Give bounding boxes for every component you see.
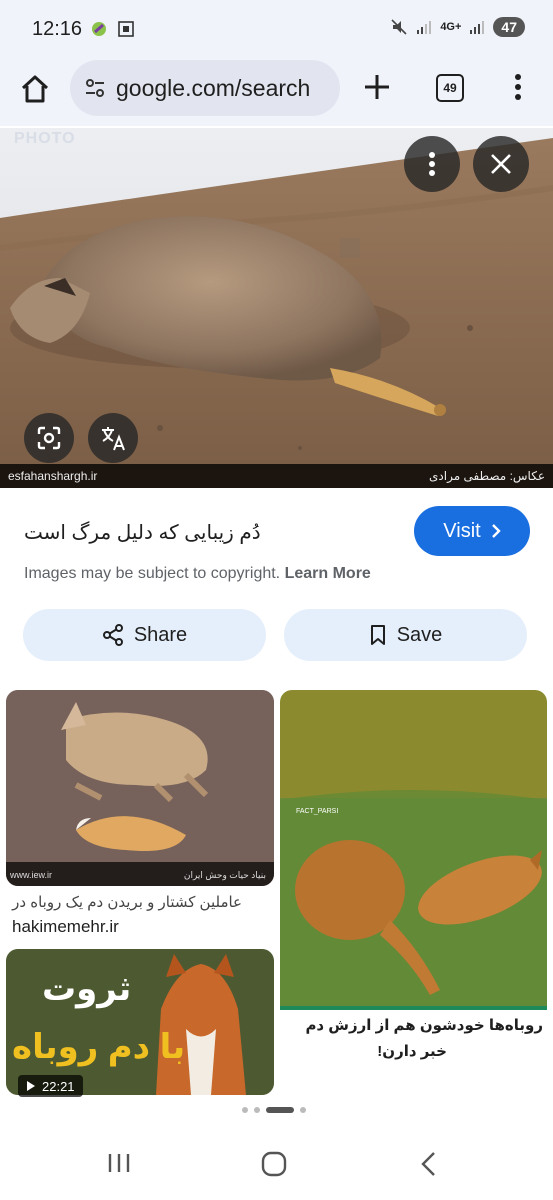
scroll-indicator bbox=[242, 1107, 306, 1113]
battery-level: 47 bbox=[493, 17, 525, 37]
system-icons: 4G+ 47 bbox=[390, 17, 525, 37]
credit-photographer: عکاس: مصطفی مرادی bbox=[429, 469, 545, 483]
video-duration-badge: 22:21 bbox=[18, 1075, 83, 1097]
more-options-icon[interactable] bbox=[508, 72, 528, 102]
fox-photo bbox=[0, 128, 553, 488]
tab-count: 49 bbox=[443, 81, 457, 95]
pager-dot bbox=[254, 1107, 260, 1113]
related-result-1-caption[interactable]: عاملین کشتار و بریدن دم یک روباه در bbox=[10, 893, 242, 911]
app-notification-icon bbox=[92, 22, 106, 36]
translate-button[interactable] bbox=[88, 413, 138, 463]
home-icon[interactable] bbox=[18, 72, 52, 106]
address-bar[interactable]: google.com/search bbox=[70, 60, 340, 116]
browser-toolbar: google.com/search 49 bbox=[0, 58, 553, 126]
system-navigation-bar bbox=[0, 1130, 553, 1200]
notification-icons bbox=[90, 19, 136, 39]
pager-dot bbox=[300, 1107, 306, 1113]
video-headline-line2: خبر دارن! bbox=[377, 1043, 447, 1060]
video-duration: 22:21 bbox=[42, 1078, 75, 1094]
home-nav-icon[interactable] bbox=[260, 1150, 288, 1178]
credit-site: esfahanshargh.ir bbox=[8, 469, 98, 483]
lens-search-button[interactable] bbox=[24, 413, 74, 463]
status-bar: 12:16 4G+ 47 bbox=[0, 0, 553, 58]
main-image[interactable]: PHOTO esfahanshargh.ir عکاس: مصطفی مرادی bbox=[0, 128, 553, 488]
share-button[interactable]: Share bbox=[23, 609, 266, 661]
tab-switcher-button[interactable]: 49 bbox=[436, 74, 464, 102]
image-more-button[interactable] bbox=[404, 136, 460, 192]
foxes-video-image bbox=[280, 690, 547, 1070]
learn-more-link[interactable]: Learn More bbox=[285, 565, 371, 582]
save-label: Save bbox=[396, 623, 443, 646]
share-icon bbox=[102, 624, 123, 646]
play-icon bbox=[27, 1081, 35, 1091]
copyright-text: Images may be subject to copyright. bbox=[24, 565, 281, 582]
image-title: دُم زیبایی که دلیل مرگ است bbox=[24, 522, 261, 544]
pager-dot bbox=[242, 1107, 248, 1113]
recent-apps-icon[interactable] bbox=[106, 1150, 132, 1176]
chevron-right-icon bbox=[491, 524, 501, 538]
signal-icon-2 bbox=[470, 21, 485, 34]
save-button[interactable]: Save bbox=[284, 609, 527, 661]
related-result-3-thumbnail[interactable]: ثروت با دم روباه bbox=[6, 949, 274, 1095]
close-icon bbox=[491, 154, 511, 174]
more-vert-icon bbox=[429, 152, 435, 176]
thumbnail-title-line2: با دم روباه bbox=[12, 1028, 186, 1066]
photo-watermark: PHOTO bbox=[14, 130, 76, 147]
signal-icon bbox=[417, 21, 432, 34]
thumbnail-watermark-left: www.iew.ir bbox=[10, 870, 53, 880]
fox-and-tail-image bbox=[6, 690, 274, 886]
video-headline-line1: روباه‌ها خودشون هم از ارزش دم bbox=[305, 1017, 543, 1034]
copyright-notice: Images may be subject to copyright. Lear… bbox=[24, 565, 371, 583]
visit-label: Visit bbox=[443, 519, 481, 542]
bookmark-icon bbox=[370, 625, 385, 645]
back-icon[interactable] bbox=[418, 1150, 440, 1178]
image-credit-bar: esfahanshargh.ir عکاس: مصطفی مرادی bbox=[0, 464, 553, 488]
share-label: Share bbox=[133, 623, 188, 646]
fact-parsi-tag: FACT_PARSI bbox=[296, 808, 339, 815]
related-result-1-thumbnail[interactable]: www.iew.ir بنیاد حیات وحش ایران bbox=[6, 690, 274, 886]
close-viewer-button[interactable] bbox=[473, 136, 529, 192]
thumbnail-title-line1: ثروت bbox=[42, 970, 132, 1008]
visit-button[interactable]: Visit bbox=[414, 506, 530, 556]
lens-icon bbox=[37, 426, 61, 450]
mute-icon bbox=[391, 19, 407, 35]
related-result-2-thumbnail[interactable]: FACT_PARSI روباه‌ها خودشون هم از ارزش دم… bbox=[280, 690, 547, 1070]
thumbnail-watermark-right: بنیاد حیات وحش ایران bbox=[183, 870, 266, 880]
new-tab-icon[interactable] bbox=[362, 72, 392, 102]
screenshot-icon bbox=[118, 21, 134, 37]
translate-icon bbox=[102, 427, 125, 451]
url-text: google.com/search bbox=[116, 74, 311, 101]
related-result-1-site[interactable]: hakimemehr.ir bbox=[12, 917, 119, 937]
site-settings-icon[interactable] bbox=[84, 77, 106, 99]
status-time: 12:16 bbox=[32, 18, 83, 40]
pager-dot-active bbox=[266, 1107, 294, 1113]
network-type: 4G+ bbox=[440, 21, 462, 33]
